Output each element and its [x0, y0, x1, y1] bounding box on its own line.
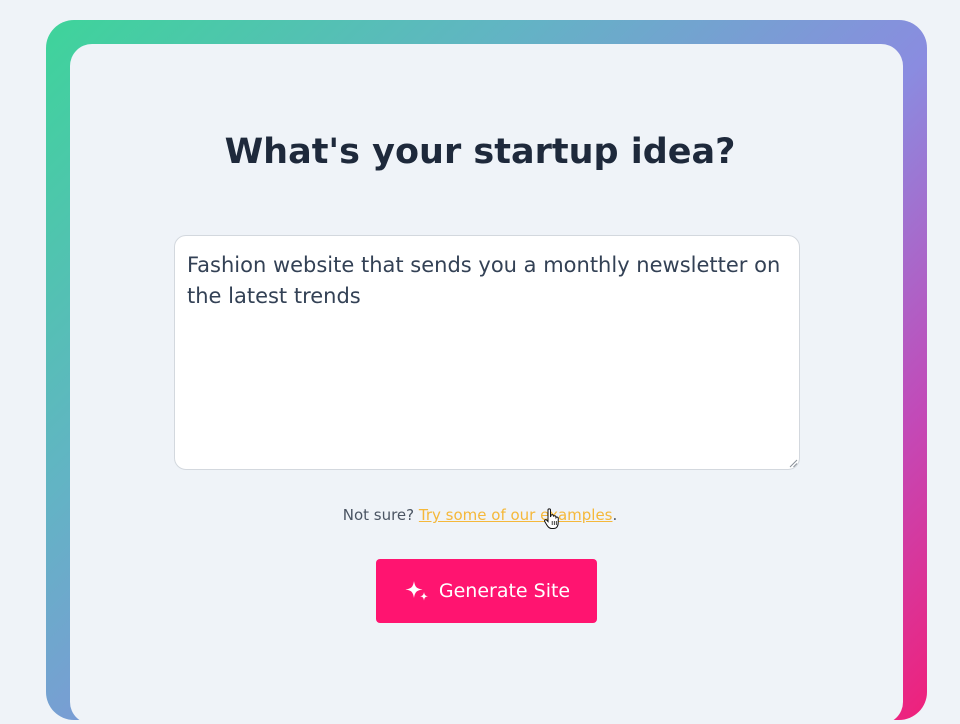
resize-handle-icon[interactable]: [789, 459, 798, 468]
hint-prefix: Not sure?: [342, 506, 419, 524]
sparkles-icon: [405, 581, 428, 601]
hint-suffix: .: [612, 506, 618, 524]
hand-pointer-icon: [544, 508, 559, 529]
page-title: What's your startup idea?: [224, 132, 736, 172]
generate-site-button[interactable]: Generate Site: [376, 559, 597, 623]
startup-idea-input[interactable]: Fashion website that sends you a monthly…: [174, 235, 800, 470]
generate-site-label: Generate Site: [438, 580, 571, 602]
examples-link[interactable]: Try some of our examples: [419, 506, 613, 524]
examples-hint: Not sure? Try some of our examples.: [0, 506, 960, 524]
